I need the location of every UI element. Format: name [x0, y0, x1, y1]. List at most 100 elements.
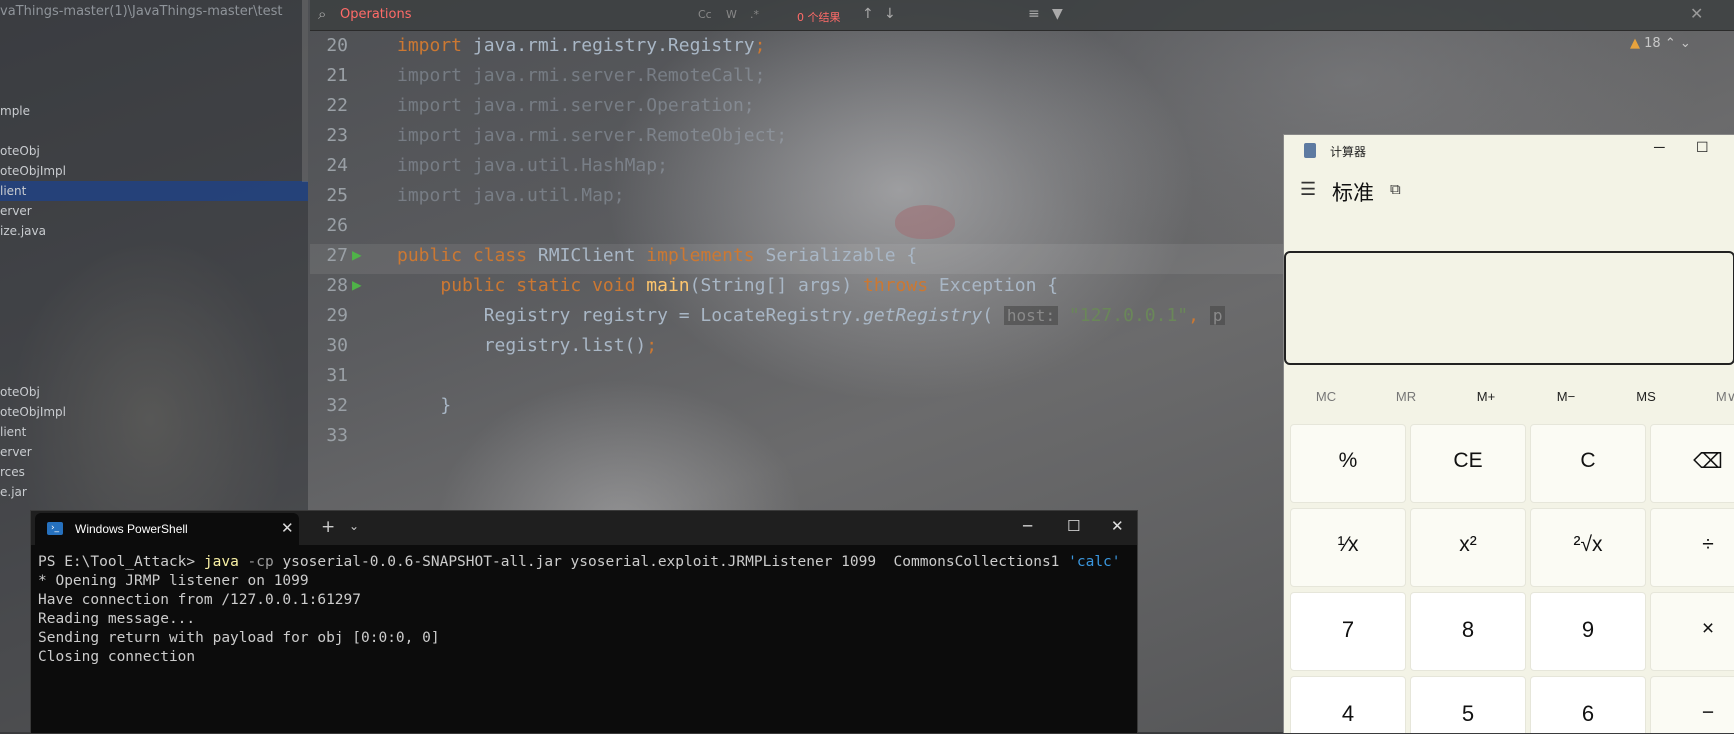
chevron-down-icon[interactable]: ⌄: [349, 519, 359, 533]
key-label: 7: [1341, 617, 1355, 642]
tree-item[interactable]: oteObj: [0, 385, 40, 399]
code-token: RMIClient: [537, 245, 647, 266]
reciprocal-button[interactable]: ¹⁄x: [1290, 508, 1406, 587]
minimize-icon[interactable]: ─: [1654, 139, 1665, 156]
tree-item[interactable]: oteObj: [0, 144, 40, 158]
command-flag: -cp: [238, 554, 283, 570]
line-number: 24: [326, 155, 348, 176]
code-token: public static void: [440, 275, 647, 296]
code-token: ;: [646, 335, 658, 356]
digit-7-button[interactable]: 7: [1290, 592, 1406, 671]
filter-lines-icon[interactable]: ≡: [1028, 6, 1040, 22]
code-token: import java.rmi.server.Operation;: [397, 95, 755, 116]
digit-9-button[interactable]: 9: [1530, 592, 1646, 671]
tree-item[interactable]: erver: [0, 445, 32, 459]
new-tab-icon[interactable]: +: [321, 517, 335, 537]
code-text: import java.rmi.server.Operation;: [397, 95, 755, 116]
close-find-icon[interactable]: ✕: [1690, 4, 1703, 23]
line-number: 20: [326, 35, 348, 56]
tree-item[interactable]: mple: [0, 104, 30, 118]
minimize-icon[interactable]: ─: [1023, 517, 1032, 535]
code-text: import java.rmi.server.RemoteObject;: [397, 125, 787, 146]
memory-add-button[interactable]: M+: [1456, 389, 1516, 404]
backspace-icon: ⌫: [1693, 450, 1723, 473]
key-label: C: [1580, 449, 1596, 472]
code-token: import java.rmi.server.RemoteCall;: [397, 65, 766, 86]
regex-toggle[interactable]: .*: [750, 8, 759, 21]
line-number: 33: [326, 425, 348, 446]
tree-item[interactable]: lient: [0, 425, 26, 439]
code-line[interactable]: 22 import java.rmi.server.Operation;: [310, 95, 1734, 128]
code-line[interactable]: 21 import java.rmi.server.RemoteCall;: [310, 65, 1734, 98]
keep-on-top-icon[interactable]: ⧉: [1390, 181, 1401, 198]
command: java: [203, 554, 239, 570]
code-text: public static void main(String[] args) t…: [397, 275, 1058, 296]
tree-item[interactable]: oteObjImpl: [0, 164, 66, 178]
digit-8-button[interactable]: 8: [1410, 592, 1526, 671]
clear-button[interactable]: C: [1530, 424, 1646, 503]
line-number: 25: [326, 185, 348, 206]
memory-clear-button[interactable]: MC: [1296, 389, 1356, 404]
multiply-button[interactable]: ×: [1650, 592, 1734, 671]
maximize-icon[interactable]: ☐: [1067, 517, 1080, 535]
tree-item[interactable]: oteObjImpl: [0, 405, 66, 419]
memory-recall-button[interactable]: MR: [1376, 389, 1436, 404]
digit-5-button[interactable]: 5: [1410, 676, 1526, 733]
memory-store-button[interactable]: MS: [1616, 389, 1676, 404]
code-token: throws: [863, 275, 939, 296]
memory-list-button[interactable]: M∨: [1696, 389, 1734, 405]
tree-item[interactable]: ize.java: [0, 224, 46, 238]
arrow-up-icon[interactable]: ↑: [862, 6, 874, 22]
code-token: getRegistry: [863, 305, 983, 326]
find-result-count: 0 个结果: [797, 11, 841, 24]
arrow-down-icon[interactable]: ↓: [884, 6, 896, 22]
code-token: host:: [1003, 306, 1059, 325]
match-case-toggle[interactable]: Cc: [698, 8, 712, 21]
minus-icon: −: [1701, 701, 1715, 724]
code-text: import java.util.HashMap;: [397, 155, 668, 176]
output-line: Reading message...: [38, 611, 196, 627]
tree-item[interactable]: e.jar: [0, 485, 27, 499]
code-token: import java.util.HashMap;: [397, 155, 668, 176]
clear-entry-button[interactable]: CE: [1410, 424, 1526, 503]
terminal-tab[interactable]: ›_ Windows PowerShell ✕: [35, 513, 299, 545]
code-line[interactable]: 20 import java.rmi.registry.Registry;: [310, 35, 1734, 68]
tree-scrollbar[interactable]: [302, 0, 308, 182]
percent-button[interactable]: %: [1290, 424, 1406, 503]
search-icon[interactable]: ⌕: [318, 5, 326, 23]
find-input[interactable]: Operations: [340, 7, 411, 22]
tree-item[interactable]: erver: [0, 204, 32, 218]
memory-subtract-button[interactable]: M−: [1536, 389, 1596, 404]
code-token: implements: [646, 245, 766, 266]
square-root-button[interactable]: ²√x: [1530, 508, 1646, 587]
key-label: %: [1338, 449, 1358, 472]
tree-item-selected[interactable]: lient: [0, 184, 26, 198]
multiply-icon: ×: [1701, 617, 1715, 640]
terminal-output[interactable]: PS E:\Tool_Attack> java -cp ysoserial-0.…: [38, 553, 1128, 667]
run-gutter-icon[interactable]: ▶: [352, 275, 362, 294]
digit-4-button[interactable]: 4: [1290, 676, 1406, 733]
mode-title: 标准: [1332, 182, 1374, 205]
close-window-icon[interactable]: ✕: [1111, 517, 1124, 535]
output-line: Closing connection: [38, 649, 196, 665]
subtract-button[interactable]: −: [1650, 676, 1734, 733]
key-label: ¹⁄x: [1337, 533, 1359, 556]
key-label: 9: [1581, 617, 1595, 642]
line-number: 28: [326, 275, 348, 296]
hamburger-menu-icon[interactable]: ☰: [1300, 179, 1316, 200]
tree-item[interactable]: rces: [0, 465, 25, 479]
code-token: "127.0.0.1": [1068, 305, 1189, 326]
filter-icon[interactable]: ▼: [1052, 6, 1063, 22]
divide-icon: ÷: [1702, 533, 1714, 556]
run-gutter-icon[interactable]: ▶: [352, 245, 362, 264]
close-tab-icon[interactable]: ✕: [281, 519, 294, 537]
maximize-icon[interactable]: ☐: [1696, 139, 1709, 156]
backspace-button[interactable]: ⌫: [1650, 424, 1734, 503]
code-token: }: [397, 395, 452, 416]
square-button[interactable]: x²: [1410, 508, 1526, 587]
code-text: Registry registry = LocateRegistry.getRe…: [397, 305, 1226, 326]
digit-6-button[interactable]: 6: [1530, 676, 1646, 733]
divide-button[interactable]: ÷: [1650, 508, 1734, 587]
words-toggle[interactable]: W: [726, 8, 737, 21]
